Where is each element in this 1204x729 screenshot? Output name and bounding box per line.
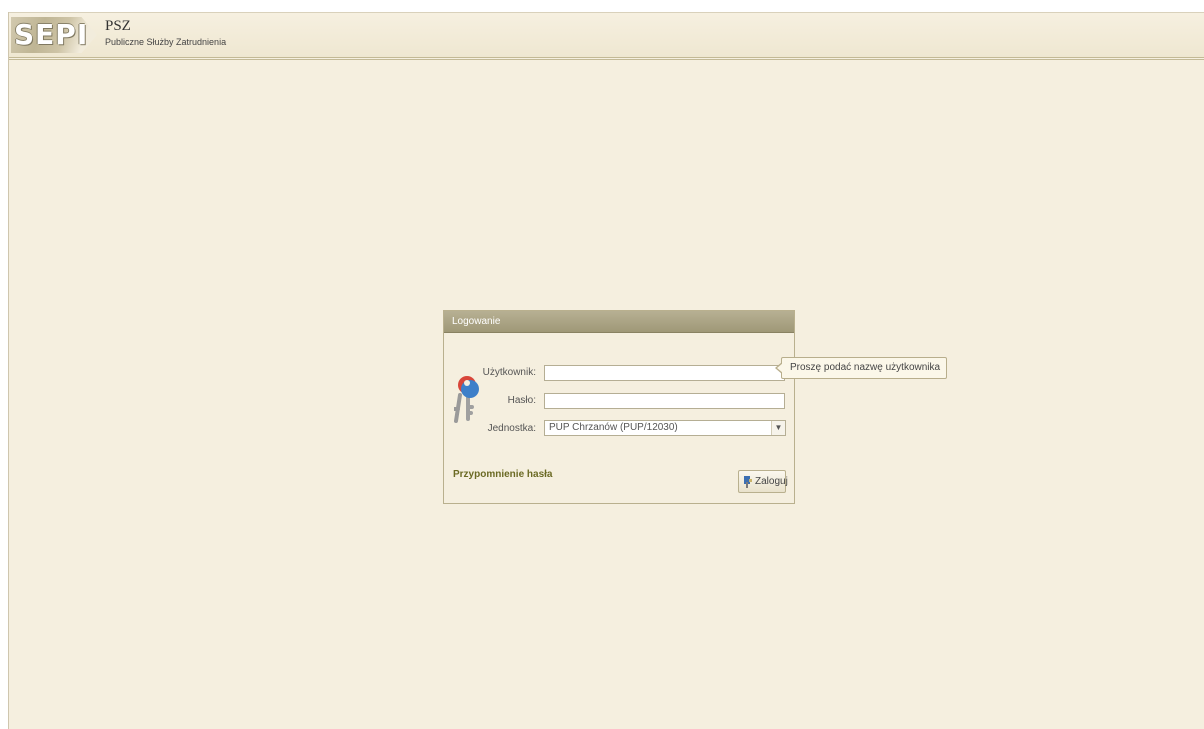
login-icon — [744, 476, 752, 488]
login-button[interactable]: Zaloguj — [738, 470, 788, 493]
chevron-down-icon[interactable]: ▼ — [771, 421, 785, 435]
app-window: SEPI PSZ Publiczne Służby Zatrudnienia L… — [8, 12, 1204, 729]
validation-tooltip: Proszę podać nazwę użytkownika — [775, 357, 948, 379]
sepi-logo: SEPI — [11, 17, 97, 53]
brand-title: PSZ — [105, 18, 131, 34]
login-title: Logowanie — [452, 316, 501, 327]
brand-subtitle: Publiczne Służby Zatrudnienia — [105, 37, 227, 47]
logo-text: SEPI — [14, 18, 89, 51]
login-panel: Logowanie Użytkownik: Hasło: Jednostka: … — [443, 310, 795, 504]
forgot-password-link[interactable]: Przypomnienie hasła — [453, 469, 552, 480]
user-label: Użytkownik: — [482, 367, 536, 378]
password-label: Hasło: — [507, 395, 536, 406]
login-button-label: Zaloguj — [755, 476, 788, 487]
unit-label: Jednostka: — [487, 423, 536, 434]
unit-select-value: PUP Chrzanów (PUP/12030) — [549, 422, 678, 433]
unit-select[interactable]: PUP Chrzanów (PUP/12030) ▼ — [544, 420, 786, 436]
header: SEPI PSZ Publiczne Służby Zatrudnienia — [9, 12, 1204, 60]
tooltip-text: Proszę podać nazwę użytkownika — [790, 362, 941, 373]
tooltip-arrow-inner — [777, 363, 783, 373]
password-input[interactable] — [544, 393, 785, 409]
user-input[interactable] — [544, 365, 785, 381]
login-titlebar: Logowanie — [444, 311, 794, 333]
